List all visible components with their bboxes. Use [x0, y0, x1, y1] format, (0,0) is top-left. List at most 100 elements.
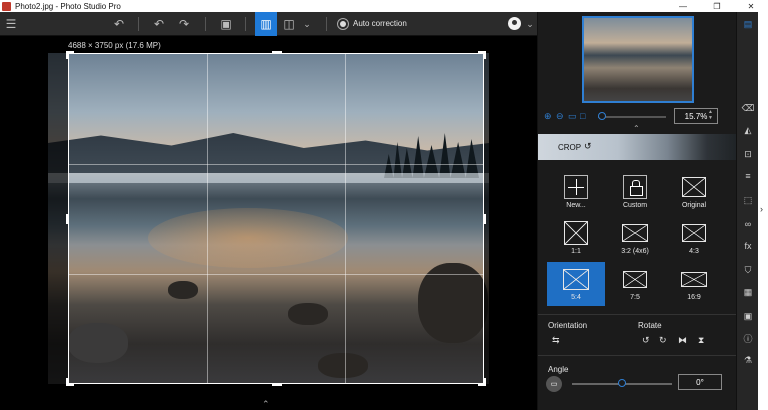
fit-screen-icon[interactable]: ▭: [568, 111, 577, 122]
crop-handle-top[interactable]: [272, 51, 282, 54]
angle-label: Angle: [548, 365, 569, 374]
view-dropdown-icon[interactable]: ⌄: [300, 12, 314, 36]
crop-handle-left[interactable]: [66, 214, 69, 224]
undo-icon[interactable]: ↶: [150, 12, 168, 36]
preset-shape: [681, 271, 707, 287]
rotate-label: Rotate: [638, 321, 662, 330]
window-title: Photo2.jpg - Photo Studio Pro: [15, 1, 121, 11]
rotate-right-icon[interactable]: ↻: [659, 335, 667, 346]
actual-size-icon[interactable]: □: [580, 111, 585, 121]
adjust-icon[interactable]: ◭: [742, 124, 754, 136]
swap-orientation-icon[interactable]: ⇆: [552, 335, 560, 346]
crop-icon[interactable]: ⊡: [742, 148, 754, 160]
layers-icon[interactable]: ▤: [742, 18, 754, 30]
edit-panel: ⊕ ⊖ ▭ □ 15.7% ▲ ▼ ⌃ CROP ↺ New... Custom Or…: [537, 12, 737, 410]
crop-presets: New... Custom Original 1:1 3:2 (4x6) 4:3 5:4 7:…: [538, 170, 737, 310]
crop-preset-label: 5:4: [571, 294, 581, 301]
frame-icon[interactable]: ▣: [742, 310, 754, 322]
glasses-icon[interactable]: ∞: [742, 218, 754, 230]
zoom-out-icon[interactable]: ⊖: [556, 111, 564, 122]
zoom-in-icon[interactable]: ⊕: [544, 111, 552, 122]
crop-preset-8[interactable]: 16:9: [665, 262, 723, 306]
flip-horizontal-icon[interactable]: ⧓: [678, 335, 687, 346]
expand-filmstrip-icon[interactable]: ⌃: [262, 399, 270, 410]
crop-preset-3[interactable]: 1:1: [547, 216, 605, 260]
crop-shade-left: [48, 53, 68, 384]
crop-preset-label: Original: [681, 202, 707, 209]
expand-panel-icon[interactable]: ›: [760, 204, 763, 214]
minimize-button[interactable]: —: [666, 0, 700, 12]
angle-slider-knob[interactable]: [618, 379, 626, 387]
save-icon[interactable]: ▣: [217, 12, 235, 36]
zoom-spin-down-icon[interactable]: ▼: [708, 115, 713, 121]
crop-preset-0[interactable]: New...: [547, 170, 605, 214]
preset-shape: [564, 175, 588, 199]
ratio-icon: [622, 220, 648, 246]
flip-vertical-icon[interactable]: ⧗: [698, 335, 704, 346]
crop-handle-right[interactable]: [483, 214, 486, 224]
single-view-button[interactable]: ▥: [255, 12, 277, 36]
straighten-icon[interactable]: ▭: [546, 376, 562, 392]
crop-frame[interactable]: [66, 51, 486, 386]
rotate-left-icon[interactable]: ↺: [642, 335, 650, 346]
auto-correction-toggle[interactable]: [337, 18, 349, 30]
user-dropdown-icon[interactable]: ⌄: [524, 12, 536, 36]
maximize-button[interactable]: ❐: [700, 0, 734, 12]
crop-preset-label: 4:3: [689, 248, 699, 255]
crop-preset-7[interactable]: 7:5: [606, 262, 664, 306]
zoom-spinner[interactable]: ▲ ▼: [708, 109, 713, 121]
eraser-icon[interactable]: ⌫: [742, 102, 755, 114]
close-button[interactable]: ✕: [734, 0, 768, 12]
plus-icon: [563, 174, 589, 200]
crop-preset-2[interactable]: Original: [665, 170, 723, 214]
crop-preset-5[interactable]: 4:3: [665, 216, 723, 260]
user-icon[interactable]: [508, 17, 521, 30]
redo-icon[interactable]: ↷: [175, 12, 193, 36]
crop-handle-top-left[interactable]: [66, 51, 74, 59]
title-bar: Photo2.jpg - Photo Studio Pro — ❐ ✕: [0, 0, 768, 12]
crop-grid-line: [69, 164, 483, 165]
preset-shape: [682, 177, 706, 197]
crop-grid-line: [207, 54, 208, 383]
fx-icon[interactable]: fx: [742, 240, 754, 252]
crop-handle-bottom[interactable]: [272, 383, 282, 386]
angle-slider[interactable]: [572, 379, 672, 387]
ratio-icon: [563, 220, 589, 246]
crop-preset-label: 3:2 (4x6): [621, 248, 649, 255]
texture-icon[interactable]: ▦: [742, 286, 754, 298]
sliders-icon[interactable]: ≡: [742, 170, 754, 182]
stamp-icon[interactable]: ⛉: [742, 264, 754, 276]
image-icon: [681, 174, 707, 200]
toolbar: ☰ ↶ ↶ ↷ ▣ ▥ ◫ ⌄ Auto correction ⌄: [0, 12, 537, 36]
crop-title: CROP: [558, 143, 582, 152]
menu-icon[interactable]: ☰: [2, 12, 20, 36]
selection-icon[interactable]: ⬚: [742, 194, 754, 206]
crop-handle-top-right[interactable]: [478, 51, 486, 59]
crop-preset-6[interactable]: 5:4: [547, 262, 605, 306]
collapse-navigator-icon[interactable]: ⌃: [633, 124, 640, 133]
preset-shape: [563, 268, 589, 290]
info-icon[interactable]: ⓘ: [742, 332, 754, 344]
crop-handle-bottom-right[interactable]: [478, 378, 486, 386]
preset-shape: [623, 175, 647, 199]
zoom-slider-knob[interactable]: [598, 112, 607, 120]
undo-all-icon[interactable]: ↶: [110, 12, 128, 36]
orientation-label: Orientation: [548, 321, 588, 330]
angle-value-field[interactable]: 0°: [678, 374, 722, 390]
toolbar-divider: [326, 17, 327, 31]
crop-preset-1[interactable]: Custom: [606, 170, 664, 214]
ratio-icon: [622, 266, 648, 292]
flask-icon[interactable]: ⚗: [742, 354, 754, 366]
navigator-preview[interactable]: [582, 16, 694, 103]
crop-preset-label: 1:1: [571, 248, 581, 255]
compare-view-button[interactable]: ◫: [280, 12, 298, 36]
crop-handle-bottom-left[interactable]: [66, 378, 74, 386]
toolbar-divider: [245, 17, 246, 31]
crop-reset-icon[interactable]: ↺: [584, 141, 592, 152]
crop-preset-4[interactable]: 3:2 (4x6): [606, 216, 664, 260]
image-canvas[interactable]: 4688 × 3750 px (17.6 MP) ⌃: [0, 36, 537, 410]
crop-grid-line: [69, 274, 483, 275]
crop-preset-label: New...: [566, 202, 586, 209]
zoom-slider[interactable]: [598, 112, 666, 120]
preset-shape: [682, 224, 706, 242]
